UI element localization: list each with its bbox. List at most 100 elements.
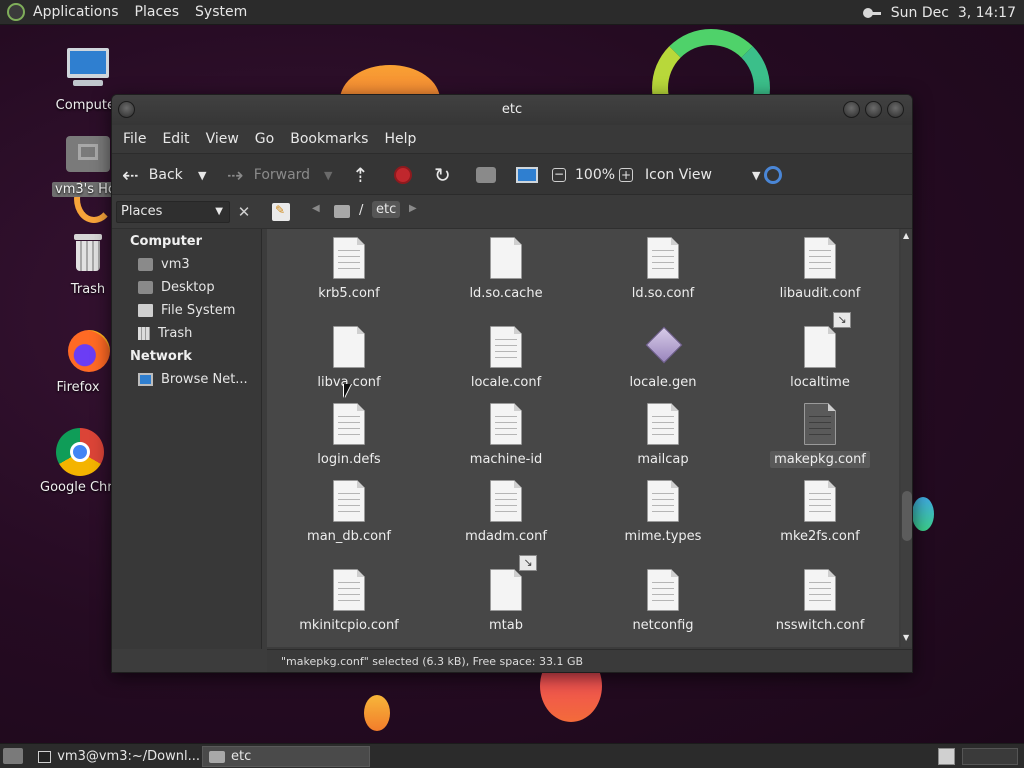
path-current-button[interactable]: etc [372, 201, 401, 218]
file-item[interactable]: krb5.conf [274, 237, 424, 302]
window-title: etc [501, 102, 523, 117]
close-button[interactable] [887, 101, 904, 118]
file-name: localtime [790, 375, 850, 390]
path-scroll-right[interactable]: ▶ [409, 203, 417, 214]
menu-go[interactable]: Go [247, 131, 282, 147]
bottom-panel: vm3@vm3:~/Downl... etc [0, 743, 1024, 768]
computer-button[interactable] [516, 154, 538, 196]
file-item[interactable]: machine-id [431, 403, 581, 468]
home-button[interactable] [476, 154, 496, 196]
file-item[interactable]: ld.so.conf [588, 237, 738, 302]
home-folder-icon [64, 130, 112, 178]
file-item[interactable]: libaudit.conf [745, 237, 895, 302]
text-file-icon [803, 237, 837, 279]
file-item[interactable]: nsswitch.conf [745, 569, 895, 634]
file-item[interactable]: locale.conf [431, 326, 581, 391]
window-titlebar[interactable]: etc [112, 95, 912, 125]
text-file-icon [646, 480, 680, 522]
menu-help[interactable]: Help [376, 131, 424, 147]
file-item[interactable]: ↘ mtab [431, 555, 581, 634]
path-separator: / [359, 203, 364, 218]
file-item[interactable]: netconfig [588, 569, 738, 634]
places-selector[interactable]: Places ▼ [116, 201, 230, 223]
keyring-icon[interactable] [862, 7, 881, 18]
sidebar-item-filesystem[interactable]: File System [138, 303, 235, 318]
clock[interactable]: Sun Dec 3, 14:17 [891, 5, 1016, 21]
file-icon: ↘ [489, 555, 537, 611]
up-button[interactable]: ⇡ [352, 154, 369, 196]
path-root-button[interactable] [334, 202, 352, 219]
zoom-level[interactable]: 100% [575, 154, 615, 196]
scrollbar-thumb[interactable] [902, 491, 912, 541]
file-item[interactable]: makepkg.conf [745, 403, 895, 468]
file-item[interactable]: login.defs [274, 403, 424, 468]
distro-logo-icon[interactable] [7, 3, 25, 21]
workspace-switcher-2[interactable] [962, 748, 1018, 765]
zoom-out-icon: − [552, 167, 566, 182]
sidebar-item-trash[interactable]: Trash [138, 326, 192, 341]
task-terminal[interactable]: vm3@vm3:~/Downl... [32, 746, 200, 767]
reload-button[interactable]: ↻ [434, 154, 451, 196]
file-item[interactable]: mkinitcpio.conf [274, 569, 424, 634]
menu-edit[interactable]: Edit [154, 131, 197, 147]
edit-location-button[interactable]: ✎ [272, 203, 290, 221]
window-menu-button[interactable] [118, 101, 135, 118]
path-scroll-left[interactable]: ◀ [312, 203, 320, 214]
show-desktop-button[interactable] [3, 748, 23, 764]
applications-menu[interactable]: Applications [25, 0, 127, 25]
scroll-up-arrow[interactable]: ▲ [903, 231, 909, 240]
back-history-dropdown[interactable]: ▼ [198, 154, 206, 196]
desktop-icon-chrome[interactable]: Google Chrome [40, 428, 120, 495]
view-mode-select[interactable]: Icon View ▼ [645, 154, 760, 196]
menu-view[interactable]: View [198, 131, 247, 147]
forward-history-dropdown[interactable]: ▼ [324, 154, 332, 196]
home-folder-icon [138, 258, 153, 271]
trash-icon [138, 327, 150, 340]
network-icon [138, 373, 153, 386]
file-item[interactable]: mdadm.conf [431, 480, 581, 545]
workspace-switcher[interactable] [938, 748, 955, 765]
system-menu[interactable]: System [187, 0, 255, 25]
file-item[interactable]: mailcap [588, 403, 738, 468]
zoom-in-icon: + [619, 168, 633, 182]
close-sidebar-button[interactable]: ✕ [234, 201, 254, 223]
file-icon: ↘ [803, 312, 851, 368]
sidebar-item-browse-network[interactable]: Browse Net... [138, 372, 248, 387]
file-item[interactable]: libva.conf [274, 326, 424, 391]
sidebar-item-desktop[interactable]: Desktop [138, 280, 215, 295]
file-item[interactable]: mime.types [588, 480, 738, 545]
search-icon [764, 166, 782, 184]
file-name: mime.types [624, 529, 702, 544]
vertical-scrollbar[interactable]: ▲ ▼ [901, 229, 912, 647]
menu-bookmarks[interactable]: Bookmarks [282, 131, 376, 147]
zoom-out-button[interactable]: − [552, 154, 566, 196]
file-item[interactable]: mke2fs.conf [745, 480, 895, 545]
menu-file[interactable]: File [115, 131, 154, 147]
file-icon-view[interactable]: krb5.conf ld.so.cache ld.so.conf libaudit.c… [267, 229, 899, 647]
zoom-in-button[interactable]: + [619, 154, 633, 196]
maximize-button[interactable] [865, 101, 882, 118]
stop-button[interactable] [394, 154, 412, 196]
places-menu[interactable]: Places [127, 0, 188, 25]
gen-file-icon [645, 326, 683, 368]
drive-icon [138, 304, 153, 317]
text-file-icon [803, 403, 837, 445]
scroll-down-arrow[interactable]: ▼ [903, 633, 909, 642]
top-panel: Applications Places System Sun Dec 3, 14… [0, 0, 1024, 25]
text-file-icon [646, 569, 680, 611]
sidebar-section-computer: Computer [130, 234, 203, 249]
symlink-arrow-icon: ↘ [519, 555, 537, 571]
file-item[interactable]: ↘ localtime [745, 312, 895, 391]
back-button[interactable]: ⇠ Back [122, 154, 183, 196]
file-item[interactable]: man_db.conf [274, 480, 424, 545]
text-file-icon [489, 326, 523, 368]
file-manager-window: etc File Edit View Go Bookmarks Help ⇠ B… [111, 94, 913, 673]
file-item[interactable]: ld.so.cache [431, 237, 581, 302]
sidebar-item-vm3[interactable]: vm3 [138, 257, 190, 272]
chevron-down-icon: ▼ [198, 168, 207, 182]
search-button[interactable] [764, 154, 782, 196]
minimize-button[interactable] [843, 101, 860, 118]
task-etc[interactable]: etc [202, 746, 370, 767]
forward-button[interactable]: ⇢ Forward [227, 154, 310, 196]
file-item[interactable]: locale.gen [588, 326, 738, 391]
